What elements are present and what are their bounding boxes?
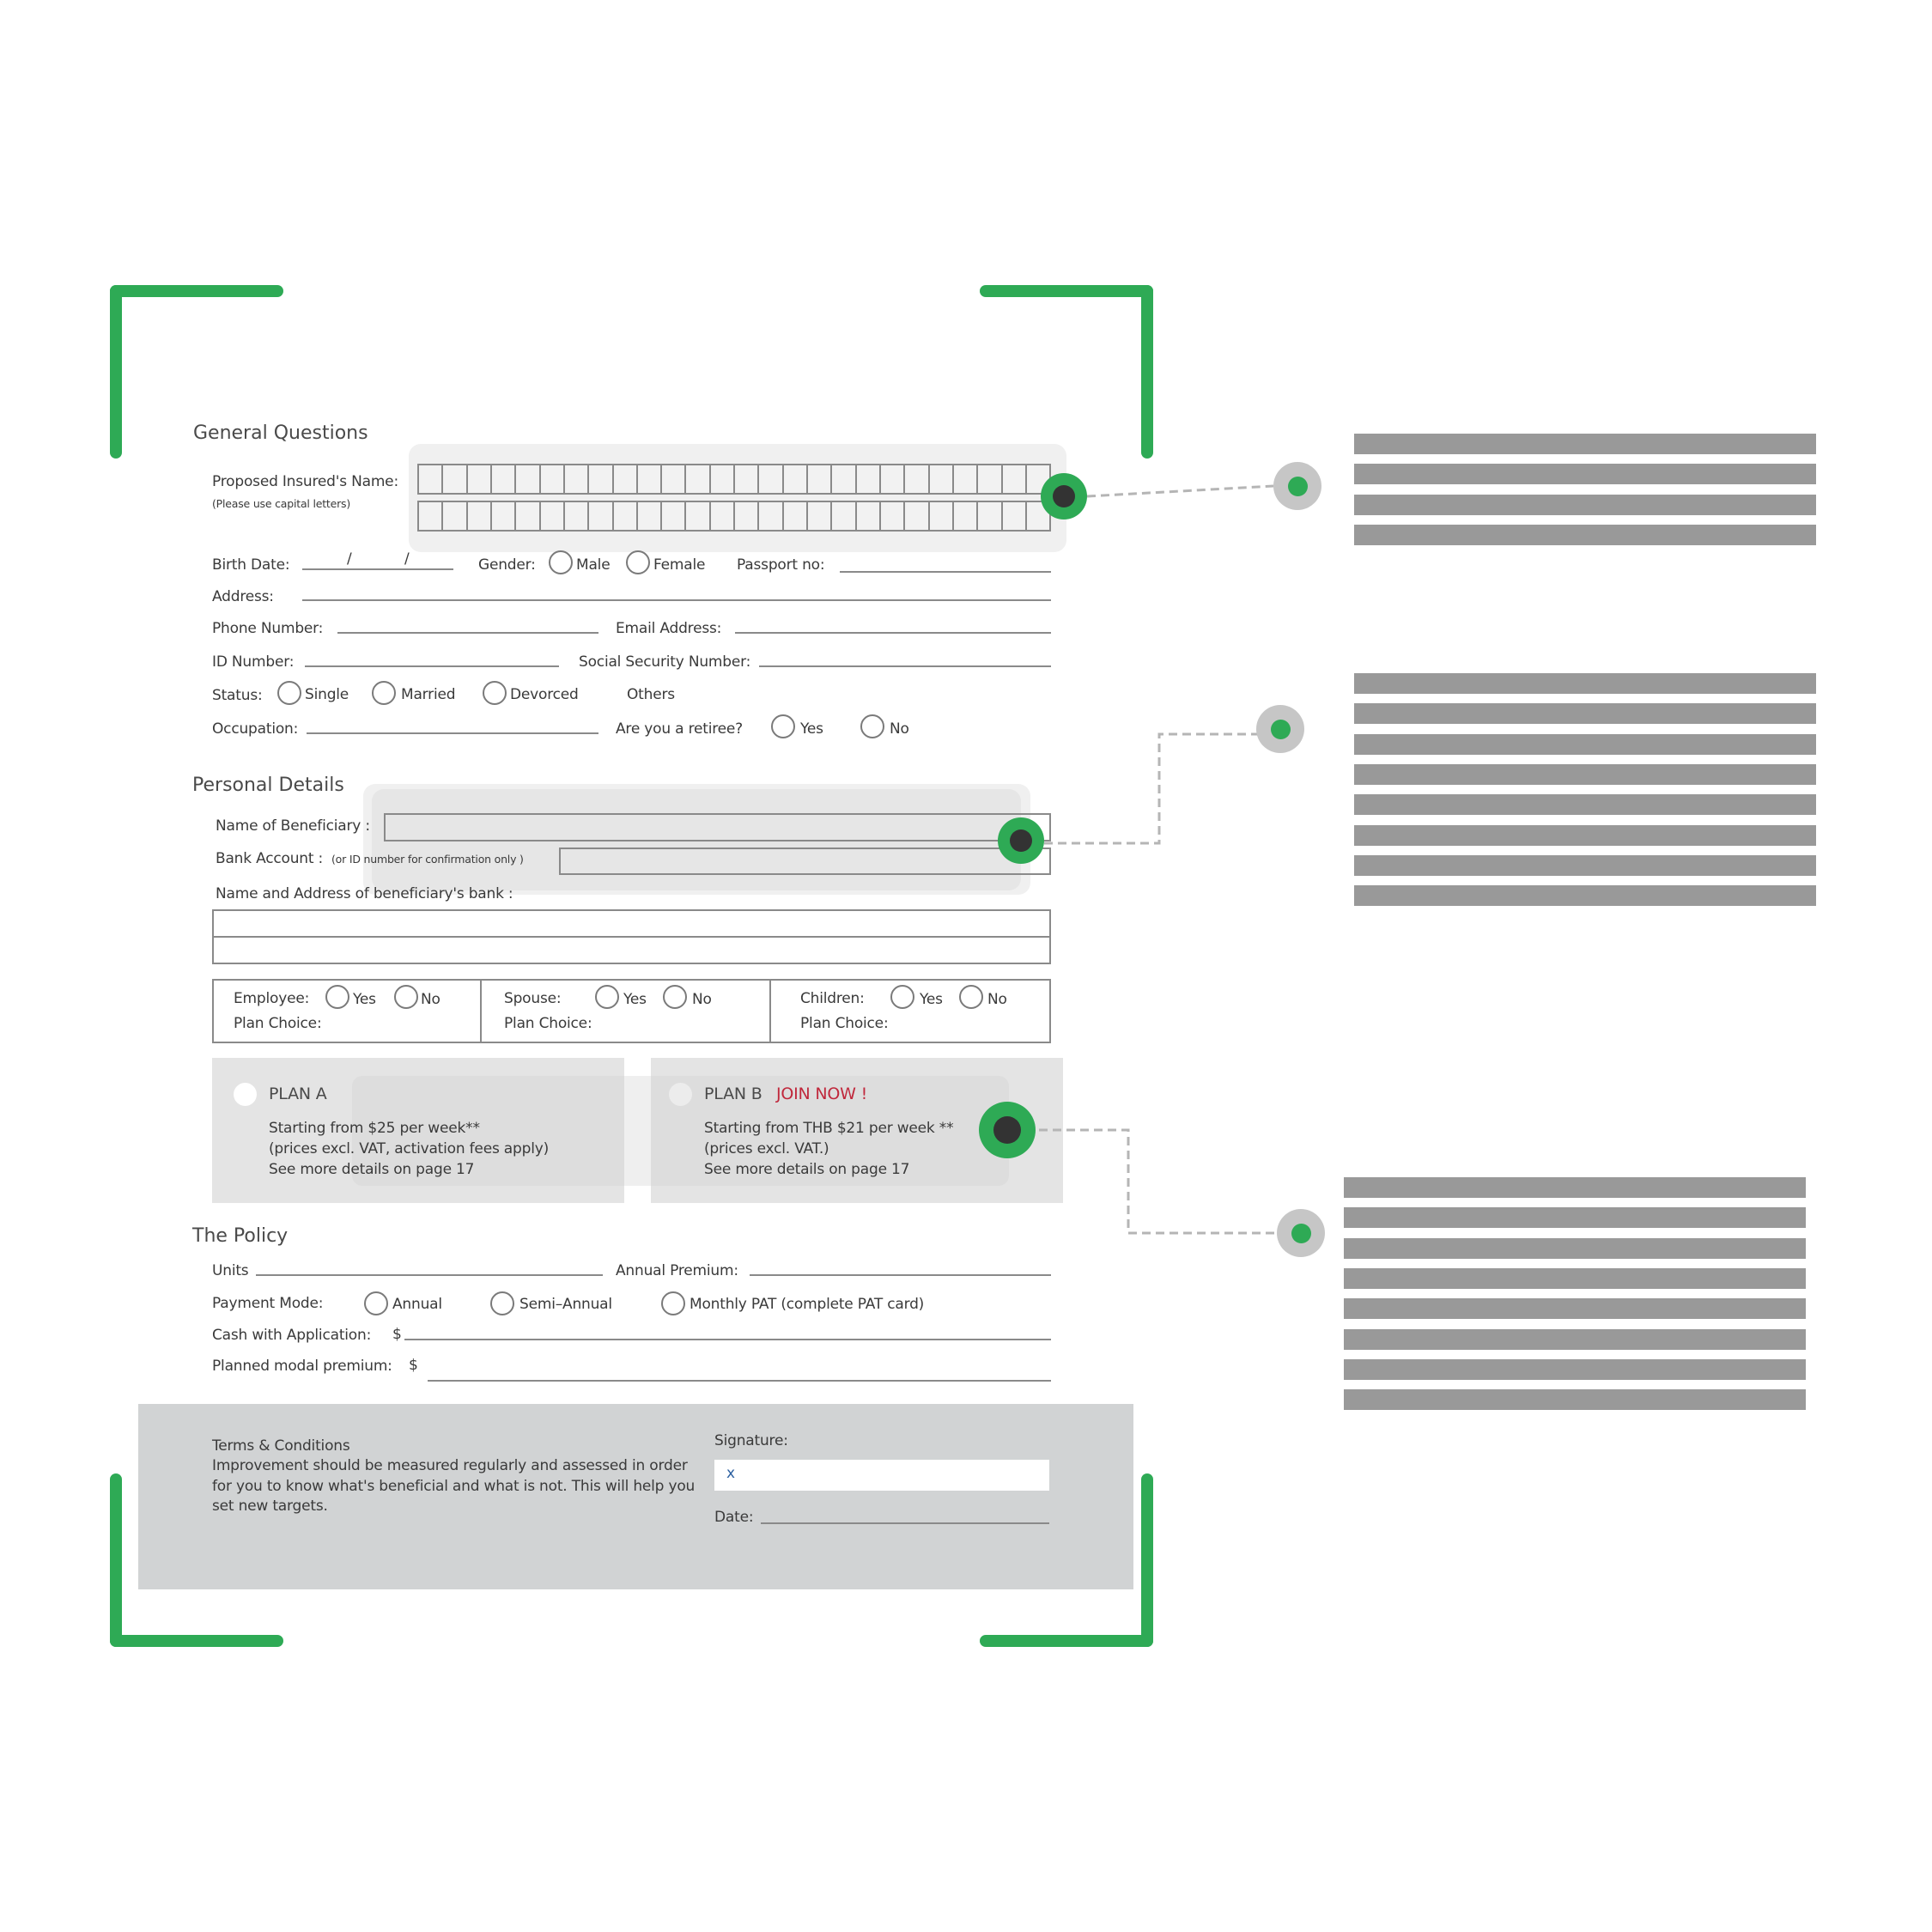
node-dot-icon <box>1270 719 1291 739</box>
callout-node-1[interactable] <box>1273 462 1321 510</box>
placeholder-text-bar <box>1354 794 1816 816</box>
marker-insured-name[interactable] <box>1041 473 1087 519</box>
placeholder-text-bar <box>1354 494 1816 515</box>
placeholder-text-bar <box>1344 1177 1806 1198</box>
node-dot-icon <box>1291 1223 1311 1243</box>
placeholder-text-bar <box>1354 854 1816 876</box>
placeholder-text-bar <box>1354 763 1816 785</box>
placeholder-text-bar <box>1344 1389 1806 1411</box>
marker-core-icon <box>1053 485 1075 507</box>
placeholder-text-bar <box>1354 733 1816 755</box>
marker-plan-b[interactable] <box>979 1102 1036 1158</box>
placeholder-text-bar <box>1354 524 1816 545</box>
callout-node-2[interactable] <box>1256 705 1304 753</box>
connector-beneficiary <box>1044 732 1273 845</box>
placeholder-text-bar <box>1354 673 1816 694</box>
callout-node-3[interactable] <box>1277 1209 1325 1257</box>
placeholder-text-bar <box>1344 1328 1806 1350</box>
connector-lines <box>1039 484 1277 1235</box>
placeholder-text-bar <box>1344 1237 1806 1259</box>
marker-core-icon <box>993 1116 1021 1144</box>
placeholder-text-bar <box>1344 1207 1806 1229</box>
connector-insured-name <box>1086 484 1274 498</box>
marker-core-icon <box>1010 829 1032 852</box>
node-dot-icon <box>1287 476 1308 496</box>
placeholder-text-bar <box>1344 1267 1806 1289</box>
marker-beneficiary[interactable] <box>998 817 1044 864</box>
placeholder-text-bar <box>1354 703 1816 725</box>
placeholder-text-bar <box>1354 885 1816 907</box>
placeholder-text-bar <box>1354 824 1816 846</box>
placeholder-text-bar <box>1354 434 1816 454</box>
connector-plan-b <box>1039 1128 1277 1235</box>
placeholder-text-bar <box>1344 1358 1806 1380</box>
placeholder-text-bar <box>1354 464 1816 485</box>
placeholder-text-bar <box>1344 1298 1806 1320</box>
